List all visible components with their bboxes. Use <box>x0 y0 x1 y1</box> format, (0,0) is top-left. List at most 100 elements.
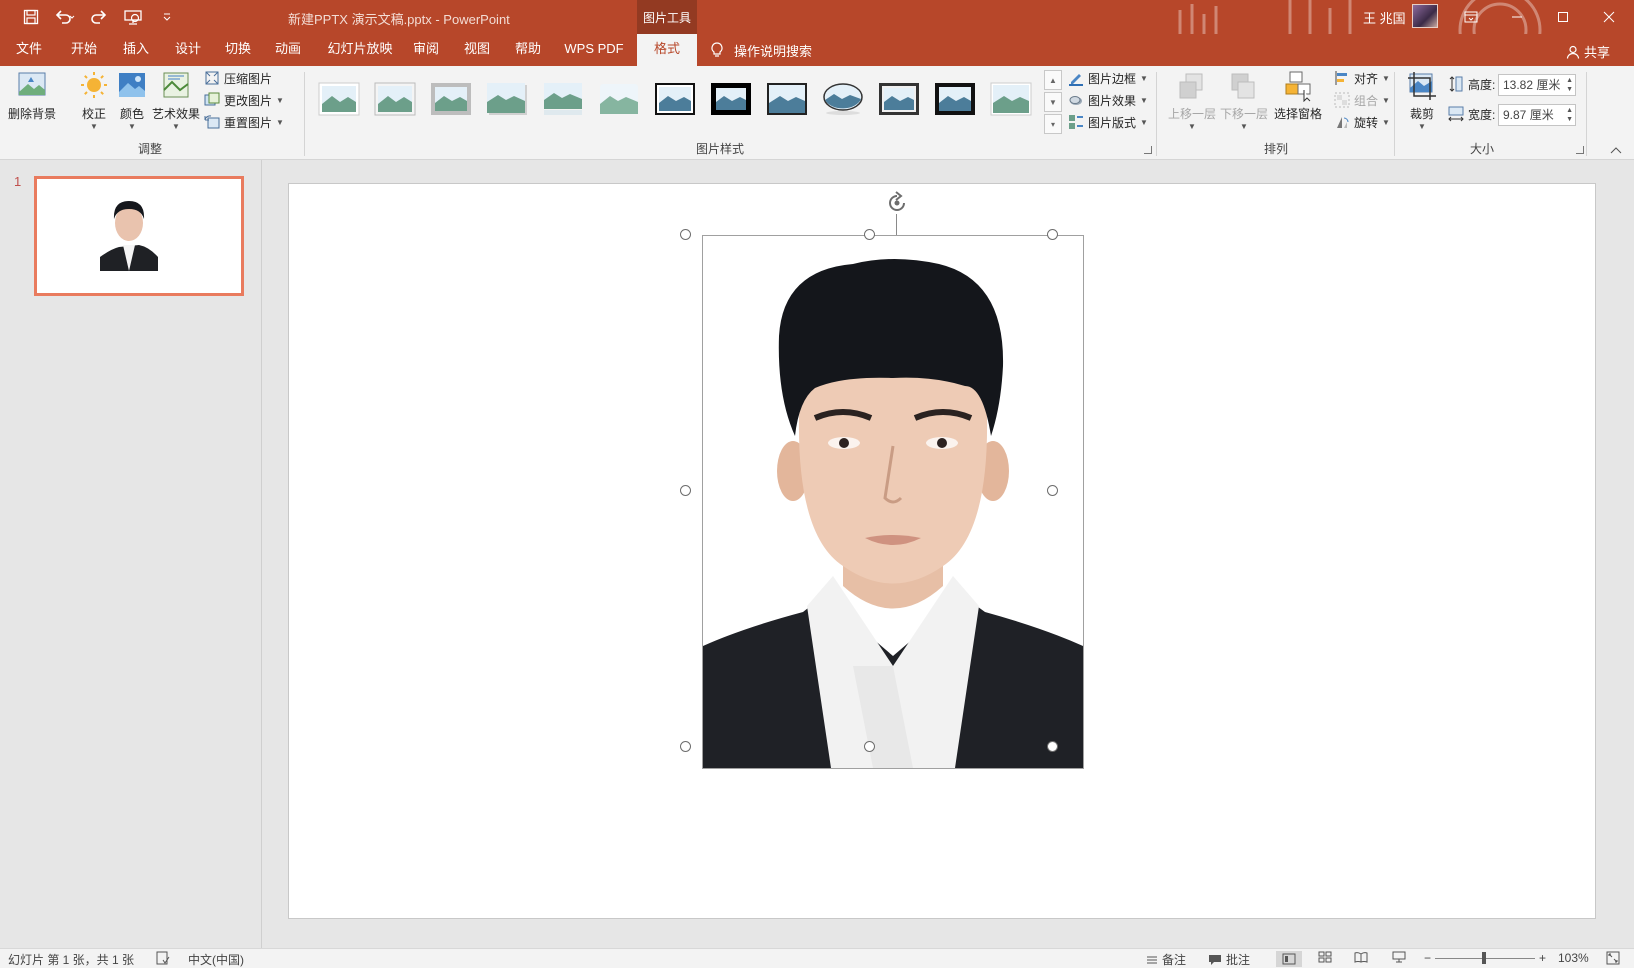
color-button[interactable]: 颜色 ▼ <box>116 70 148 131</box>
reading-view-button[interactable] <box>1354 951 1368 963</box>
style-reflected[interactable] <box>542 82 584 116</box>
change-picture-button[interactable]: 更改图片 ▼ <box>204 90 284 110</box>
comments-button[interactable]: 批注 <box>1208 951 1250 968</box>
reset-picture-label: 重置图片 <box>224 115 273 130</box>
selection-pane-button[interactable]: 选择窗格 <box>1274 70 1322 122</box>
zoom-level[interactable]: 103% <box>1558 951 1589 965</box>
style-oval[interactable] <box>822 82 864 116</box>
tell-me-search[interactable]: 操作说明搜索 <box>710 34 812 66</box>
person-icon <box>1566 45 1580 59</box>
tab-view[interactable]: 视图 <box>455 34 499 66</box>
fit-to-window-button[interactable] <box>1606 951 1620 965</box>
slide-sorter-button[interactable] <box>1318 951 1332 963</box>
send-backward-button[interactable]: 下移一层 ▼ <box>1220 70 1268 131</box>
tab-wps-pdf[interactable]: WPS PDF <box>562 34 626 66</box>
tab-insert[interactable]: 插入 <box>114 34 158 66</box>
style-thick-matte-black[interactable] <box>710 82 752 116</box>
undo-button[interactable] <box>52 6 78 28</box>
compress-pictures-button[interactable]: 压缩图片 <box>204 68 272 88</box>
gallery-more-button[interactable]: ▾ <box>1044 114 1062 134</box>
collapse-ribbon-icon[interactable] <box>1610 146 1622 154</box>
user-name[interactable]: 王 兆国 <box>1363 8 1406 27</box>
gallery-scroll-down[interactable]: ▼ <box>1044 92 1062 112</box>
tab-animations[interactable]: 动画 <box>266 34 310 66</box>
redo-button[interactable] <box>86 6 112 28</box>
customize-qat-button[interactable] <box>154 6 180 28</box>
style-simple-frame-black[interactable] <box>766 82 808 116</box>
picture-border-button[interactable]: 图片边框 ▼ <box>1068 68 1148 88</box>
style-metal-frame[interactable] <box>430 82 472 116</box>
zoom-out-button[interactable]: − <box>1424 951 1431 965</box>
crop-button[interactable]: 裁剪 ▼ <box>1406 70 1438 131</box>
ribbon-display-options-button[interactable] <box>1448 0 1494 34</box>
group-separator <box>304 72 305 156</box>
reset-picture-button[interactable]: 重置图片 ▼ <box>204 112 284 132</box>
minimize-button[interactable] <box>1494 0 1540 34</box>
resize-handle-bottom-left[interactable] <box>680 741 691 752</box>
resize-handle-right[interactable] <box>1047 485 1058 496</box>
style-center-shadow[interactable] <box>934 82 976 116</box>
zoom-slider-thumb[interactable] <box>1482 952 1486 964</box>
align-button[interactable]: 对齐 ▼ <box>1334 68 1390 88</box>
artistic-effects-button[interactable]: 艺术效果 ▼ <box>152 70 200 131</box>
tab-design[interactable]: 设计 <box>166 34 210 66</box>
style-beveled-matte[interactable] <box>374 82 416 116</box>
resize-handle-bottom-right[interactable] <box>1047 741 1058 752</box>
tab-transitions[interactable]: 切换 <box>216 34 260 66</box>
slide-number: 1 <box>14 174 22 189</box>
height-field[interactable]: 13.82 厘米 ▲ ▼ <box>1498 74 1576 96</box>
language-indicator[interactable]: 中文(中国) <box>188 951 244 968</box>
tab-home[interactable]: 开始 <box>62 34 106 66</box>
bring-forward-button[interactable]: 上移一层 ▼ <box>1168 70 1216 131</box>
share-button[interactable]: 共享 <box>1566 42 1610 61</box>
picture-effects-button[interactable]: 图片效果 ▼ <box>1068 90 1148 110</box>
resize-handle-top[interactable] <box>864 229 875 240</box>
width-field[interactable]: 9.87 厘米 ▲ ▼ <box>1498 104 1576 126</box>
normal-view-icon <box>1282 953 1296 965</box>
chevron-down-icon <box>163 13 171 21</box>
picture-layout-button[interactable]: 图片版式 ▼ <box>1068 112 1148 132</box>
slide-canvas[interactable] <box>288 183 1596 919</box>
slide-thumbnail[interactable] <box>34 176 244 296</box>
maximize-button[interactable] <box>1540 0 1586 34</box>
normal-view-button[interactable] <box>1276 951 1302 967</box>
height-row: 高度: <box>1448 74 1495 94</box>
share-label: 共享 <box>1584 45 1611 60</box>
tab-file[interactable]: 文件 <box>8 34 50 66</box>
resize-handle-bottom[interactable] <box>864 741 875 752</box>
styles-dialog-launcher[interactable] <box>1144 146 1152 154</box>
notes-button[interactable]: 备注 <box>1146 951 1186 968</box>
tab-format[interactable]: 格式 <box>637 34 697 66</box>
avatar[interactable] <box>1412 4 1438 28</box>
spelling-check-button[interactable] <box>156 951 170 965</box>
resize-handle-left[interactable] <box>680 485 691 496</box>
resize-handle-top-left[interactable] <box>680 229 691 240</box>
height-spinner[interactable]: ▲ ▼ <box>1566 76 1573 94</box>
resize-handle-top-right[interactable] <box>1047 229 1058 240</box>
corrections-button[interactable]: 校正 ▼ <box>78 70 110 131</box>
tab-slideshow[interactable]: 幻灯片放映 <box>320 34 400 66</box>
style-compound-frame-black[interactable] <box>878 82 920 116</box>
width-spinner[interactable]: ▲ ▼ <box>1566 106 1573 124</box>
tab-help[interactable]: 帮助 <box>506 34 550 66</box>
rotate-label: 旋转 <box>1354 115 1379 130</box>
rotate-button[interactable]: 旋转 ▼ <box>1334 112 1390 132</box>
tab-review[interactable]: 审阅 <box>404 34 448 66</box>
size-dialog-launcher[interactable] <box>1576 146 1584 154</box>
group-button[interactable]: 组合 ▼ <box>1334 90 1390 110</box>
remove-background-button[interactable]: 删除背景 <box>8 70 56 122</box>
style-simple-frame-white[interactable] <box>318 82 360 116</box>
style-double-frame-black[interactable] <box>654 82 696 116</box>
close-button[interactable] <box>1586 0 1632 34</box>
group-separator <box>1586 72 1587 156</box>
zoom-in-button[interactable]: + <box>1539 951 1546 965</box>
start-from-beginning-button[interactable] <box>120 6 146 28</box>
style-soft-edge[interactable] <box>598 82 640 116</box>
rotate-handle-icon[interactable] <box>885 191 909 215</box>
slideshow-view-button[interactable] <box>1392 951 1406 963</box>
style-relaxed-perspective[interactable] <box>990 82 1032 116</box>
gallery-scroll-up[interactable]: ▲ <box>1044 70 1062 90</box>
selected-picture[interactable] <box>702 235 1084 769</box>
style-drop-shadow[interactable] <box>486 82 528 116</box>
save-button[interactable] <box>18 6 44 28</box>
